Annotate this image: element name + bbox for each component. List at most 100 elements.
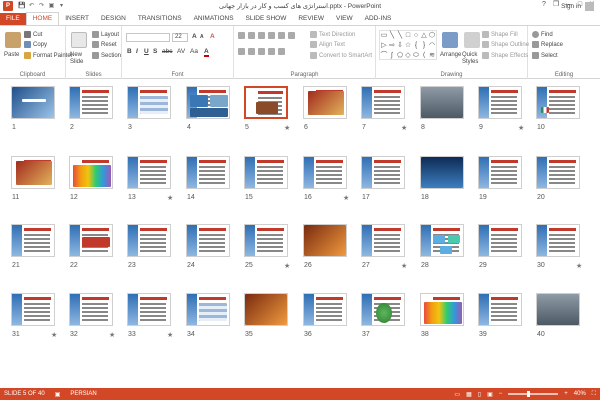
tab-view[interactable]: VIEW <box>330 13 359 25</box>
font-size-box[interactable]: 22 <box>172 33 188 42</box>
tab-review[interactable]: REVIEW <box>292 13 330 25</box>
shape-icon[interactable]: ⇩ <box>396 41 404 51</box>
sign-in-link[interactable]: Sign in <box>561 3 581 10</box>
shape-icon[interactable]: ⬭ <box>412 51 420 61</box>
slide-thumbnail[interactable] <box>303 156 347 189</box>
shape-icon[interactable]: ∫ <box>388 51 396 61</box>
slide-thumbnail[interactable] <box>478 224 522 257</box>
justify-icon[interactable] <box>268 48 275 55</box>
transition-star-icon[interactable]: ★ <box>284 262 290 270</box>
font-name-box[interactable] <box>126 33 170 42</box>
quick-styles-button[interactable]: Quick Styles <box>462 52 480 66</box>
slide-thumbnail[interactable] <box>244 86 288 119</box>
text-direction-button[interactable]: Text Direction <box>310 31 355 38</box>
select-button[interactable]: Select <box>532 52 558 59</box>
align-center-icon[interactable] <box>248 48 255 55</box>
zoom-slider[interactable] <box>508 391 559 397</box>
tab-design[interactable]: DESIGN <box>95 13 132 25</box>
slide-thumbnail[interactable] <box>69 224 113 257</box>
copy-button[interactable]: Copy <box>24 41 47 48</box>
slide-thumbnail[interactable] <box>303 86 347 119</box>
strikethrough-button[interactable]: abc <box>162 48 172 55</box>
fit-to-window-icon[interactable]: ⛶ <box>592 391 596 398</box>
slide-thumbnail[interactable] <box>361 156 405 189</box>
customize-qat-icon[interactable]: ▾ <box>58 3 65 10</box>
avatar[interactable] <box>585 2 594 11</box>
shape-icon[interactable]: ☆ <box>404 41 412 51</box>
help-icon[interactable]: ? <box>538 0 550 10</box>
slide-thumbnail[interactable] <box>11 86 55 119</box>
cut-button[interactable]: Cut <box>24 31 42 38</box>
section-button[interactable]: Section <box>92 52 121 59</box>
bold-button[interactable]: B <box>127 48 132 55</box>
character-spacing-button[interactable]: AV <box>177 48 185 55</box>
slide-thumbnail[interactable] <box>11 224 55 257</box>
language-indicator[interactable]: PERSIAN <box>70 391 96 397</box>
sign-in[interactable]: Sign in <box>561 2 594 11</box>
slide-thumbnail[interactable] <box>478 156 522 189</box>
zoom-level[interactable]: 40% <box>574 391 586 397</box>
shape-icon[interactable]: ╲ <box>396 31 404 41</box>
slide-thumbnail[interactable] <box>186 86 230 119</box>
slide-thumbnail[interactable] <box>361 224 405 257</box>
zoom-slider-thumb[interactable] <box>527 391 531 397</box>
shape-icon[interactable]: ◠ <box>428 41 436 51</box>
slide-thumbnail[interactable] <box>536 156 580 189</box>
slide-thumbnail[interactable] <box>186 224 230 257</box>
bullets-icon[interactable] <box>238 32 245 39</box>
find-button[interactable]: Find <box>532 31 553 38</box>
shape-icon[interactable]: ⬠ <box>396 51 404 61</box>
shape-icon[interactable]: ⌒ <box>380 51 388 61</box>
shrink-font-button[interactable]: A <box>200 34 204 40</box>
underline-button[interactable]: U <box>144 48 149 55</box>
save-icon[interactable]: 💾 <box>18 3 25 10</box>
slide-thumbnail[interactable] <box>420 156 464 189</box>
slide-thumbnail[interactable] <box>11 156 55 189</box>
reading-view-icon[interactable]: ▯ <box>478 391 481 398</box>
transition-star-icon[interactable]: ★ <box>51 331 57 339</box>
start-slideshow-icon[interactable]: ▣ <box>48 3 55 10</box>
normal-view-icon[interactable]: ▭ <box>454 391 460 398</box>
transition-star-icon[interactable]: ★ <box>401 262 407 270</box>
shape-icon[interactable]: ◇ <box>404 51 412 61</box>
replace-button[interactable]: Replace <box>532 41 563 48</box>
paste-icon[interactable] <box>5 32 21 48</box>
slide-thumbnail[interactable] <box>478 86 522 119</box>
align-left-icon[interactable] <box>238 48 245 55</box>
slide-thumbnail[interactable] <box>420 293 464 326</box>
shape-icon[interactable]: { <box>412 41 420 51</box>
transition-star-icon[interactable]: ★ <box>576 262 582 270</box>
shape-effects-button[interactable]: Shape Effects <box>482 52 528 59</box>
shape-icon[interactable]: ≋ <box>428 51 436 61</box>
shape-outline-button[interactable]: Shape Outline <box>482 41 529 48</box>
slide-thumbnail[interactable] <box>478 293 522 326</box>
shape-icon[interactable]: ⟨ <box>420 51 428 61</box>
slide-sorter-view-icon[interactable]: ▦ <box>466 391 472 398</box>
slide-thumbnail[interactable] <box>536 224 580 257</box>
shape-icon[interactable]: ⇨ <box>388 41 396 51</box>
tab-add-ins[interactable]: ADD-INS <box>359 13 398 25</box>
transition-star-icon[interactable]: ★ <box>401 124 407 132</box>
undo-icon[interactable]: ↶ <box>28 3 35 10</box>
slide-thumbnail[interactable] <box>361 293 405 326</box>
shape-icon[interactable]: } <box>420 41 428 51</box>
slide-thumbnail[interactable] <box>186 293 230 326</box>
tab-insert[interactable]: INSERT <box>59 13 95 25</box>
slide-thumbnail[interactable] <box>536 86 580 119</box>
tab-home[interactable]: HOME <box>25 12 60 25</box>
shapes-gallery[interactable]: ▭ ╲ ╲ □ ○ △ ⬡ ▷ ⇨ ⇩ ☆{} ◠ ⌒ ∫ ⬠ ◇ ⬭ ⟨ ≋ <box>379 30 437 60</box>
clear-formatting-button[interactable]: A <box>210 33 215 40</box>
tab-file[interactable]: FILE <box>0 13 26 25</box>
transition-star-icon[interactable]: ★ <box>109 331 115 339</box>
slide-thumbnail[interactable] <box>303 224 347 257</box>
columns-icon[interactable] <box>278 48 285 55</box>
increase-indent-icon[interactable] <box>268 32 275 39</box>
rtl-icon[interactable] <box>288 32 295 39</box>
italic-button[interactable]: I <box>136 48 138 55</box>
shape-fill-button[interactable]: Shape Fill <box>482 31 518 38</box>
arrange-icon[interactable] <box>442 32 458 48</box>
slide-thumbnail[interactable] <box>420 86 464 119</box>
align-text-button[interactable]: Align Text <box>310 41 345 48</box>
tab-slide-show[interactable]: SLIDE SHOW <box>240 13 293 25</box>
slide-thumbnail[interactable] <box>244 293 288 326</box>
